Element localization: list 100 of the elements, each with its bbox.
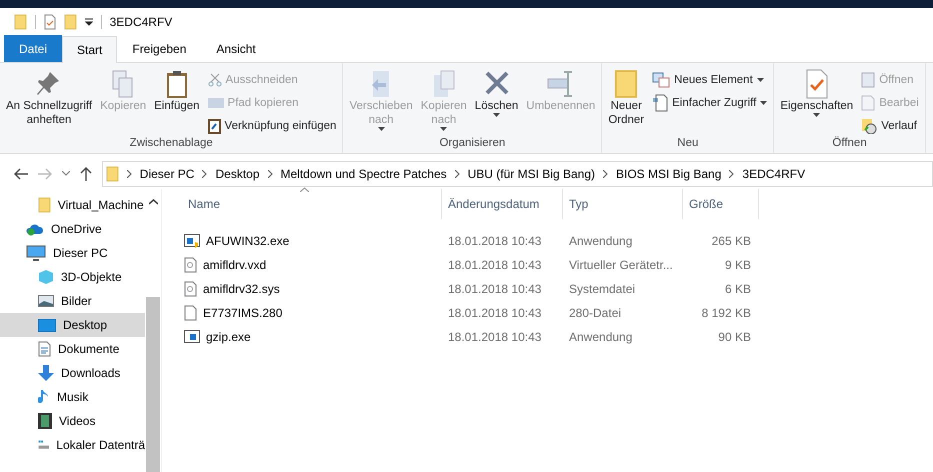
chevron-icon [202, 170, 208, 178]
download-arrow-icon [38, 365, 54, 381]
table-cell-text: Anwendung [568, 233, 634, 250]
file-name[interactable]: amifldrv32.sys [182, 277, 442, 301]
table-cell-text: 8 192 KB [700, 305, 752, 322]
shortcut-icon [208, 118, 221, 134]
breadcrumb-item[interactable]: Dieser PC [140, 166, 194, 180]
breadcrumb-item[interactable]: Meltdown und Spectre Patches [280, 166, 447, 180]
group-label: Zwischenablage [128, 137, 214, 151]
table-cell-text: Systemdatei [568, 281, 636, 298]
folder-icon [14, 14, 27, 30]
table-cell-text: Anwendung [568, 329, 634, 346]
ribbon-button[interactable]: An Schnellzugriff anheften [4, 67, 94, 137]
ribbon-button[interactable]: Neues Element [650, 69, 770, 90]
folder-icon [38, 197, 51, 213]
chevron-icon [454, 170, 460, 178]
breadcrumb-item[interactable]: UBU (für MSI Big Bang) [468, 166, 595, 180]
document-icon [652, 94, 668, 112]
caret-icon [440, 127, 448, 131]
picture-icon [38, 295, 54, 307]
application-icon [184, 330, 200, 344]
ribbon-button[interactable]: Eigenschaften [778, 67, 856, 137]
chevron-icon [729, 170, 734, 178]
monitor-icon [38, 318, 56, 332]
ribbon-button[interactable]: Einfügen [152, 67, 202, 137]
scroll-thumb[interactable] [146, 297, 160, 472]
recent-locations-button[interactable] [62, 171, 70, 176]
edit-icon [861, 94, 876, 110]
ribbon-button[interactable]: Einfacher Zugriff [650, 92, 770, 113]
ribbon-tab[interactable]: Start [62, 36, 118, 63]
table-cell-text: 18.01.2018 10:43 [447, 281, 542, 298]
new-folder-icon [64, 14, 77, 30]
properties-icon[interactable] [44, 14, 56, 30]
scrollbar[interactable] [145, 189, 162, 472]
scroll-up-icon[interactable] [148, 199, 158, 205]
nav-item[interactable]: Bilder [0, 289, 145, 313]
table-cell-text: 280-Datei [568, 305, 622, 322]
nav-item[interactable]: Musik [0, 385, 145, 409]
file-name[interactable]: amifldrv.vxd [182, 253, 442, 277]
ribbon-button[interactable]: Löschen [472, 67, 520, 137]
history-icon [861, 118, 878, 134]
customize-arrow-icon[interactable] [84, 18, 93, 26]
path-icon [208, 98, 224, 108]
ribbon-button[interactable]: Verknüpfung einfügen [206, 115, 338, 136]
breadcrumb-item[interactable]: Desktop [215, 166, 260, 180]
caret-icon [756, 78, 764, 82]
column-header[interactable]: Änderungsdatum [442, 189, 563, 219]
drive-icon [38, 438, 50, 452]
nav-item[interactable]: Videos [0, 409, 145, 433]
ribbon-button[interactable]: Verlauf [859, 115, 921, 136]
open-icon [861, 72, 876, 88]
chevron-icon [603, 170, 608, 178]
column-header[interactable]: Typ [563, 189, 683, 219]
table-cell-text: 18.01.2018 10:43 [447, 305, 542, 322]
table-cell-text: 265 KB [710, 233, 752, 250]
computer-icon [26, 245, 46, 261]
column-header[interactable]: Größe [683, 189, 759, 219]
table-cell-text: 18.01.2018 10:43 [447, 329, 542, 346]
cube-icon [38, 269, 54, 285]
nav-item[interactable]: Downloads [0, 361, 145, 385]
blank-document-icon [184, 305, 197, 321]
caret-icon [378, 127, 385, 131]
nav-item[interactable]: Virtual_Machine [0, 193, 145, 217]
table-cell-text: 18.01.2018 10:43 [447, 233, 542, 250]
up-button[interactable] [80, 166, 92, 180]
chevron-icon [126, 170, 132, 178]
column-header[interactable]: Name [182, 189, 442, 219]
table-cell-text: 18.01.2018 10:43 [447, 257, 542, 274]
cloud-icon [26, 222, 44, 236]
ribbon-tab[interactable]: Datei [4, 35, 62, 62]
address-field[interactable]: Dieser PC Desktop Meltdown und Spectre Patches UBU (für MSI Big Bang) BIOS MSI Big Bang 3EDC4RFV [102, 160, 933, 186]
nav-item[interactable]: Dieser PC [0, 241, 145, 265]
table-cell-text: 90 KB [717, 329, 752, 346]
breadcrumb-item[interactable]: BIOS MSI Big Bang [616, 166, 722, 180]
application-icon [184, 234, 200, 248]
table-cell-text: 9 KB [724, 257, 752, 274]
nav-item[interactable]: Desktop [0, 313, 145, 337]
group-label: Neu [676, 137, 700, 151]
caret-icon [813, 113, 820, 117]
file-name[interactable]: AFUWIN32.exe [182, 229, 442, 253]
ribbon-button[interactable]: Neuer Ordner [606, 67, 646, 137]
nav-item[interactable]: Lokaler Datenträ [0, 433, 145, 457]
caret-icon [493, 113, 500, 117]
breadcrumb-item[interactable]: 3EDC4RFV [742, 166, 806, 180]
caret-icon [760, 100, 768, 104]
table-cell-text: Virtueller Gerätetr... [568, 257, 674, 274]
scissors-icon [208, 72, 222, 86]
new-item-icon [652, 72, 670, 88]
back-button[interactable] [14, 168, 28, 180]
gear-document-icon [184, 257, 197, 273]
nav-item[interactable]: OneDrive [0, 217, 145, 241]
document-icon [38, 341, 51, 357]
group-label: Öffnen [831, 137, 868, 151]
film-icon [38, 413, 52, 429]
file-name[interactable]: E7737IMS.280 [182, 301, 442, 325]
folder-icon [614, 69, 638, 99]
music-note-icon [38, 389, 50, 405]
nav-item[interactable]: 3D-Objekte [0, 265, 145, 289]
file-name[interactable]: gzip.exe [182, 325, 442, 349]
nav-item[interactable]: Dokumente [0, 337, 145, 361]
